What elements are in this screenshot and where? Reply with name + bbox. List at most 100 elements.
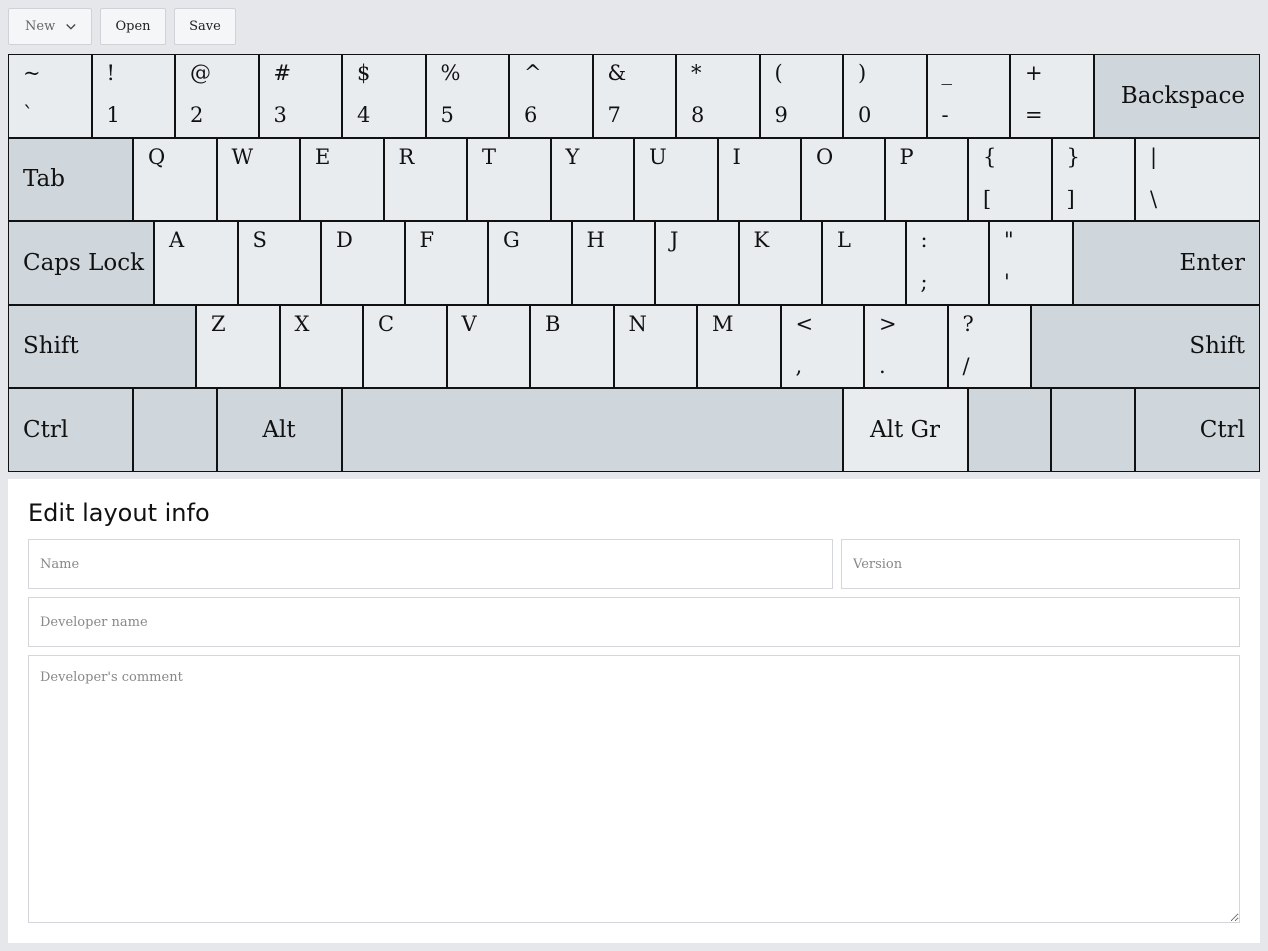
blank-key-right-1[interactable] bbox=[967, 388, 1051, 472]
key-3-6[interactable]: M bbox=[697, 304, 781, 388]
new-label: New bbox=[25, 19, 56, 34]
key-label: Tab bbox=[23, 166, 65, 193]
shift-right-key[interactable]: Shift bbox=[1031, 304, 1260, 388]
key-0-11[interactable]: _ - bbox=[926, 54, 1010, 138]
key-upper-label: ) bbox=[858, 61, 867, 85]
new-dropdown-button[interactable]: New bbox=[8, 8, 92, 45]
key-1-1[interactable]: W bbox=[216, 137, 300, 221]
key-1-9[interactable]: P bbox=[884, 137, 968, 221]
key-2-2[interactable]: D bbox=[321, 221, 405, 305]
key-0-9[interactable]: (9 bbox=[759, 54, 843, 138]
key-1-11[interactable]: }] bbox=[1051, 137, 1135, 221]
key-label: Alt Gr bbox=[870, 416, 940, 443]
key-lower-label: ' bbox=[1004, 270, 1010, 294]
key-lower-label: ` bbox=[23, 103, 34, 127]
key-1-0[interactable]: Q bbox=[133, 137, 217, 221]
key-1-3[interactable]: R bbox=[383, 137, 467, 221]
key-upper-label: C bbox=[378, 311, 395, 336]
key-1-7[interactable]: I bbox=[717, 137, 801, 221]
key-upper-label: < bbox=[795, 311, 814, 336]
key-0-2[interactable]: @2 bbox=[175, 54, 259, 138]
key-upper-label: } bbox=[1066, 144, 1080, 169]
caps-lock-key[interactable]: Caps Lock bbox=[8, 221, 154, 305]
key-upper-label: W bbox=[231, 144, 254, 169]
key-0-10[interactable]: ) 0 bbox=[843, 54, 927, 138]
ctrl-right-key[interactable]: Ctrl bbox=[1134, 388, 1260, 472]
key-upper-label: A bbox=[169, 228, 185, 252]
key-upper-label: X bbox=[294, 311, 310, 336]
key-upper-label: O bbox=[816, 144, 834, 169]
key-2-6[interactable]: J bbox=[655, 221, 739, 305]
key-lower-label: , bbox=[795, 353, 803, 378]
version-input[interactable] bbox=[841, 539, 1240, 589]
developer-name-input[interactable] bbox=[28, 597, 1240, 647]
key-1-8[interactable]: O bbox=[801, 137, 885, 221]
key-upper-label: Z bbox=[211, 311, 226, 336]
key-2-1[interactable]: S bbox=[237, 221, 321, 305]
key-1-10[interactable]: {[ bbox=[968, 137, 1052, 221]
backspace-key[interactable]: Backspace bbox=[1093, 54, 1260, 138]
save-button[interactable]: Save bbox=[174, 8, 236, 45]
developer-comment-textarea[interactable] bbox=[28, 655, 1240, 923]
key-0-8[interactable]: * 8 bbox=[676, 54, 760, 138]
key-lower-label: 3 bbox=[273, 103, 287, 127]
key-upper-label: M bbox=[712, 311, 734, 336]
key-2-9[interactable]: :; bbox=[905, 221, 989, 305]
key-upper-label: E bbox=[315, 144, 331, 169]
key-3-9[interactable]: ? / bbox=[947, 304, 1031, 388]
key-3-2[interactable]: C bbox=[363, 304, 447, 388]
key-2-8[interactable]: L bbox=[822, 221, 906, 305]
enter-key[interactable]: Enter bbox=[1072, 221, 1260, 305]
key-upper-label: # bbox=[273, 61, 292, 85]
key-upper-label: Y bbox=[565, 144, 580, 169]
key-3-7[interactable]: <, bbox=[780, 304, 864, 388]
key-3-5[interactable]: N bbox=[613, 304, 697, 388]
space-key[interactable] bbox=[341, 388, 843, 472]
key-upper-label: V bbox=[461, 311, 477, 336]
key-3-0[interactable]: Z bbox=[196, 304, 280, 388]
key-1-2[interactable]: E bbox=[300, 137, 384, 221]
key-0-7[interactable]: & 7 bbox=[592, 54, 676, 138]
key-lower-label: 4 bbox=[357, 103, 371, 127]
key-1-5[interactable]: Y bbox=[550, 137, 634, 221]
key-2-10[interactable]: " ' bbox=[989, 221, 1073, 305]
alt-key[interactable]: Alt bbox=[216, 388, 342, 472]
key-label: Enter bbox=[1179, 249, 1245, 276]
key-1-4[interactable]: T bbox=[467, 137, 551, 221]
blank-key-left[interactable] bbox=[133, 388, 217, 472]
key-2-7[interactable]: K bbox=[738, 221, 822, 305]
key-3-3[interactable]: V bbox=[446, 304, 530, 388]
key-0-12[interactable]: + = bbox=[1010, 54, 1094, 138]
tab-key[interactable]: Tab bbox=[8, 137, 133, 221]
name-input[interactable] bbox=[28, 539, 833, 589]
key-0-3[interactable]: #3 bbox=[258, 54, 342, 138]
key-upper-label: ( bbox=[774, 61, 783, 85]
key-0-5[interactable]: % 5 bbox=[425, 54, 509, 138]
key-2-0[interactable]: A bbox=[154, 221, 238, 305]
key-0-4[interactable]: $4 bbox=[342, 54, 426, 138]
key-2-3[interactable]: F bbox=[404, 221, 488, 305]
key-3-1[interactable]: X bbox=[279, 304, 363, 388]
backslash-key[interactable]: | \ bbox=[1135, 137, 1260, 221]
alt-gr-key[interactable]: Alt Gr bbox=[842, 388, 968, 472]
keyboard: ~ `! 1 @2 #3 $4% 5 ^ 6 & 7 * 8(9) 0 _ - + = Backspace Tab Q W… bbox=[8, 54, 1260, 472]
key-3-4[interactable]: B bbox=[530, 304, 614, 388]
shift-left-key[interactable]: Shift bbox=[8, 304, 196, 388]
key-upper-label: P bbox=[899, 144, 914, 169]
key-1-6[interactable]: U bbox=[634, 137, 718, 221]
open-button[interactable]: Open bbox=[100, 8, 166, 45]
key-0-0[interactable]: ~ ` bbox=[8, 54, 92, 138]
key-2-5[interactable]: H bbox=[571, 221, 655, 305]
ctrl-left-key[interactable]: Ctrl bbox=[8, 388, 133, 472]
key-upper-label: & bbox=[607, 61, 627, 85]
panel-title: Edit layout info bbox=[28, 499, 210, 527]
key-0-6[interactable]: ^ 6 bbox=[509, 54, 593, 138]
key-upper-label: F bbox=[419, 228, 435, 252]
key-upper-label: " bbox=[1004, 228, 1014, 252]
key-upper-label: { bbox=[983, 144, 997, 169]
key-lower-label: - bbox=[941, 103, 949, 127]
key-3-8[interactable]: >. bbox=[864, 304, 948, 388]
key-0-1[interactable]: ! 1 bbox=[91, 54, 175, 138]
blank-key-right-2[interactable] bbox=[1051, 388, 1135, 472]
key-2-4[interactable]: G bbox=[488, 221, 572, 305]
